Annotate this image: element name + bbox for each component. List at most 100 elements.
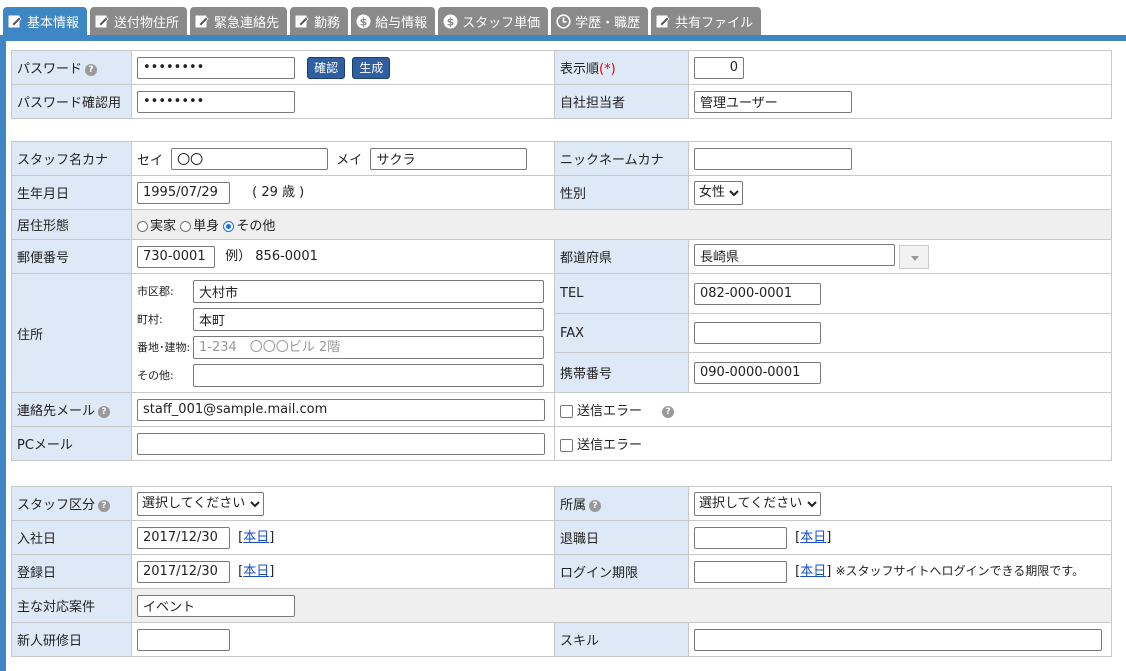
nickname-label: ニックネームカナ — [554, 141, 689, 176]
dollar-icon: $ — [355, 13, 371, 29]
pcmail-label: PCメール — [11, 426, 132, 461]
hire-date-label: 入社日 — [11, 520, 132, 555]
affiliation-label: 所属? — [554, 486, 689, 521]
mei-input[interactable] — [370, 147, 528, 170]
edit-icon — [194, 13, 210, 29]
tab-label: 学歴・職歴 — [575, 15, 641, 31]
manager-input[interactable] — [694, 90, 852, 113]
register-date-cell: [本日] — [131, 554, 555, 589]
postal-input[interactable] — [137, 245, 215, 268]
retire-date-input[interactable] — [694, 526, 787, 549]
tab-1[interactable]: 基本情報 — [3, 7, 88, 35]
help-icon[interactable]: ? — [85, 63, 98, 76]
city-label: 市区郡: — [137, 285, 174, 298]
sei-input[interactable] — [171, 147, 329, 170]
tab-label: 給与情報 — [375, 15, 428, 31]
register-today-link[interactable]: 本日 — [243, 564, 269, 579]
fax-input[interactable] — [694, 322, 821, 344]
svg-text:$: $ — [446, 15, 454, 28]
radio-icon — [180, 221, 192, 232]
residence-label: 居住形態 — [11, 209, 132, 240]
postal-example: 例） 856-0001 — [225, 249, 318, 265]
skill-input[interactable] — [694, 628, 1102, 651]
order-cell — [688, 50, 1112, 85]
tab-bar: 基本情報 送付物住所 緊急連絡先 勤務 $ 給与情報 $ スタッフ単価 学歴・職歴 共有ファイル — [0, 0, 1126, 36]
order-label: 表示順(*) — [554, 50, 689, 85]
mobile-input[interactable] — [694, 361, 821, 384]
staff-type-cell: 選択してください — [131, 486, 555, 521]
name-kana-label: スタッフ名カナ — [11, 141, 132, 176]
main-case-input[interactable] — [137, 594, 295, 617]
staff-type-select[interactable]: 選択してください — [137, 491, 264, 516]
skill-cell — [688, 622, 1112, 657]
tab-2[interactable]: 送付物住所 — [90, 7, 188, 35]
pcmail-cell — [131, 426, 555, 461]
email-send-error-checkbox[interactable]: 送信エラー — [560, 404, 642, 419]
town-label: 町村: — [137, 313, 163, 326]
tab-6[interactable]: $ スタッフ単価 — [438, 7, 549, 35]
help-icon[interactable]: ? — [662, 405, 675, 418]
other-input[interactable] — [193, 363, 544, 387]
nickname-input[interactable] — [694, 147, 852, 170]
tab-label: スタッフ単価 — [462, 15, 541, 31]
name-kana-cell: セイ メイ — [131, 141, 555, 176]
birthday-input[interactable] — [137, 181, 230, 204]
password-confirm-input[interactable] — [137, 90, 295, 113]
city-input[interactable] — [193, 279, 544, 303]
login-limit-input[interactable] — [694, 560, 787, 583]
sei-label: セイ — [137, 153, 164, 168]
login-limit-note: ※スタッフサイトへログインできる期限です。 — [835, 564, 1085, 579]
tab-5[interactable]: $ 給与情報 — [351, 7, 436, 35]
email-input[interactable] — [137, 398, 545, 421]
pcmail-send-error-checkbox[interactable]: 送信エラー — [560, 438, 642, 453]
confirm-button[interactable]: 確認 — [307, 56, 346, 79]
hire-today-link[interactable]: 本日 — [243, 530, 269, 545]
register-date-input[interactable] — [137, 560, 230, 583]
tab-label: 共有ファイル — [675, 15, 754, 31]
help-icon[interactable]: ? — [98, 499, 111, 512]
retire-today-link[interactable]: 本日 — [800, 530, 826, 545]
login-limit-cell: [本日] ※スタッフサイトへログインできる期限です。 — [688, 554, 1112, 589]
postal-cell: 例） 856-0001 — [131, 239, 555, 274]
tab-7[interactable]: 学歴・職歴 — [551, 7, 649, 35]
residence-option-3[interactable]: その他 — [223, 219, 275, 234]
street-input[interactable] — [193, 335, 544, 359]
gender-select[interactable]: 女性 — [694, 180, 743, 205]
order-input[interactable] — [694, 56, 744, 79]
clock-icon — [555, 13, 571, 29]
affiliation-cell: 選択してください — [688, 486, 1112, 521]
tab-3[interactable]: 緊急連絡先 — [190, 7, 288, 35]
town-input[interactable] — [193, 307, 544, 331]
checkbox-icon — [560, 405, 573, 418]
radio-icon — [137, 221, 148, 232]
residence-option-1[interactable]: 実家 — [137, 219, 176, 234]
tab-4[interactable]: 勤務 — [290, 7, 349, 35]
retire-date-cell: [本日] — [688, 520, 1112, 555]
generate-button[interactable]: 生成 — [352, 56, 391, 79]
birthday-label: 生年月日 — [11, 175, 132, 210]
training-date-input[interactable] — [137, 628, 230, 651]
tab-label: 基本情報 — [27, 15, 80, 31]
address-cell: 市区郡: 町村: 番地･建物: その他: — [131, 273, 555, 393]
content-left-border — [0, 41, 6, 671]
tab-8[interactable]: 共有ファイル — [651, 7, 762, 35]
prefecture-label: 都道府県 — [554, 239, 689, 274]
login-today-link[interactable]: 本日 — [800, 564, 826, 579]
mobile-cell — [688, 352, 1112, 393]
prefecture-input[interactable] — [694, 244, 895, 266]
password-input[interactable] — [137, 56, 295, 79]
password-cell: 確認 生成 — [131, 50, 555, 85]
email-label: 連絡先メール? — [11, 392, 132, 427]
help-icon[interactable]: ? — [589, 499, 602, 512]
hire-date-input[interactable] — [137, 526, 230, 549]
affiliation-select[interactable]: 選択してください — [694, 491, 821, 516]
tab-label: 勤務 — [314, 15, 341, 31]
chevron-down-icon[interactable] — [899, 245, 929, 269]
help-icon[interactable]: ? — [98, 405, 111, 418]
residence-option-2[interactable]: 単身 — [180, 219, 219, 234]
edit-icon — [294, 13, 310, 29]
pcmail-input[interactable] — [137, 432, 545, 455]
required-mark: (*) — [599, 62, 616, 77]
password-label: パスワード? — [11, 50, 132, 85]
tel-input[interactable] — [694, 282, 821, 305]
